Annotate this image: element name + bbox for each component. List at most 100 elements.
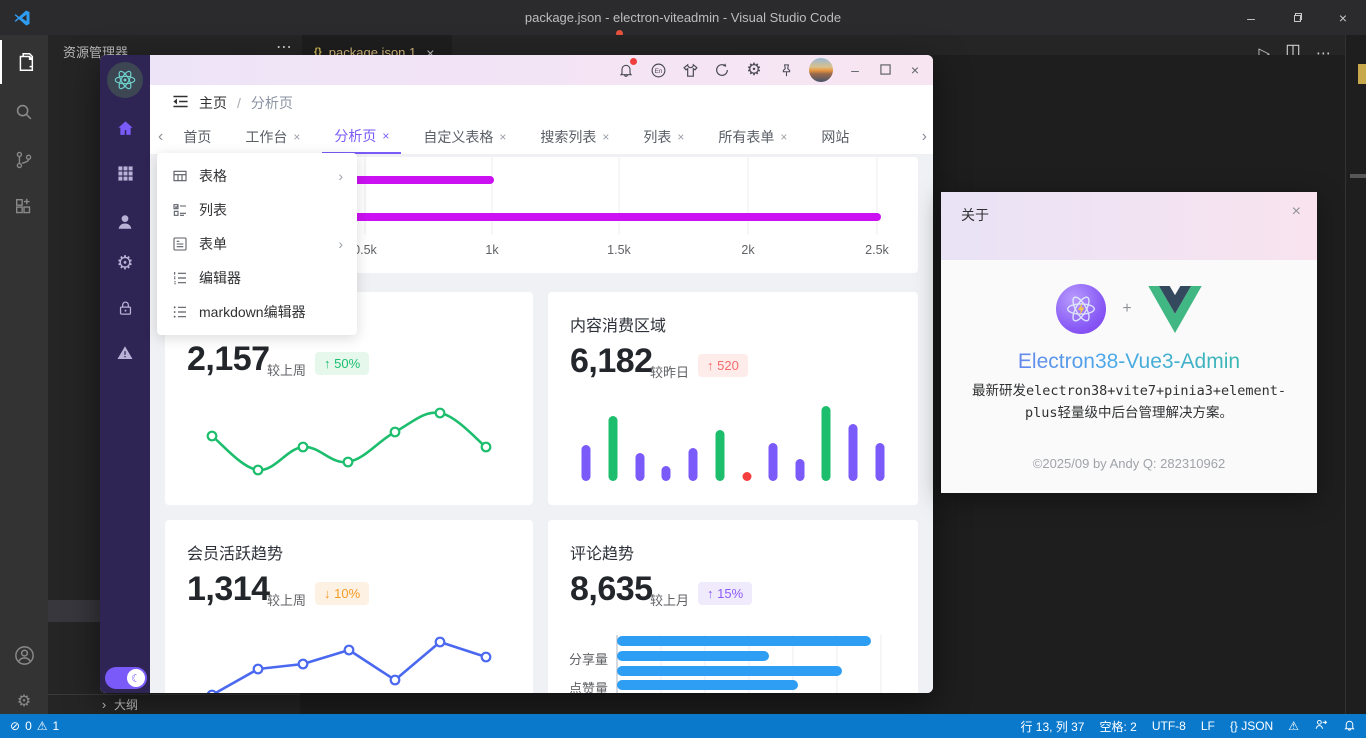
restore-button[interactable] [1274,0,1320,35]
menu-item-form[interactable]: 表单 › [157,227,357,261]
chevron-right-icon: › [96,697,112,712]
explorer-icon[interactable] [0,40,48,84]
about-app-name: Electron38-Vue3-Admin [941,350,1317,374]
close-icon[interactable]: × [1292,203,1301,221]
cursor-position[interactable]: 行 13, 列 37 [1020,718,1084,735]
about-description: 最新研发electron38+vite7+pinia3+element-plus… [959,380,1299,425]
menu-item-label: markdown编辑器 [199,302,306,322]
about-dialog: 关于 × + Electron38-Vue3-Admin 最新研发electro… [941,192,1317,493]
screen: package.json - electron-viteadmin - Visu… [0,0,1366,738]
menu-item-label: 表单 [199,234,227,254]
tab-home[interactable]: 首页 [171,120,223,154]
svg-text:2.5k: 2.5k [865,243,889,257]
minimap-marker [1358,64,1366,84]
tab-all-forms[interactable]: 所有表单× [706,120,799,154]
settings-gear-icon[interactable]: ⚙ [100,246,150,280]
breadcrumb: 主页 / 分析页 [150,85,933,120]
app-tabbar: ‹ 首页 工作台× 分析页× 自定义表格× 搜索列表× 列表× 所有表单× 网站… [150,120,933,155]
search-icon[interactable] [0,90,48,134]
explorer-actions-icon[interactable]: ⋯ [276,37,292,57]
feedback-icon[interactable] [1314,718,1328,734]
home-icon[interactable] [100,111,150,145]
close-button[interactable]: × [1320,0,1366,35]
electron-logo [1056,284,1106,334]
bullet-list-icon [171,304,189,320]
menu-item-label: 表格 [199,166,227,186]
consumption-card: 内容消费区域 6,182 较昨日 ↑ 520 [548,292,918,505]
table-icon [171,168,189,184]
tabs-scroll-left-icon[interactable]: ‹ [150,128,171,146]
horizontal-bar-chart [548,520,918,693]
tab-custom-table[interactable]: 自定义表格× [411,120,518,154]
refresh-icon[interactable] [713,61,731,79]
electron-logo[interactable] [107,62,143,98]
tab-close-icon[interactable]: × [677,130,684,144]
minimap-divider [1345,35,1346,714]
numbered-list-icon [171,270,189,286]
outline-section[interactable]: ›大纲 [48,694,300,714]
menu-item-label: 编辑器 [199,268,241,288]
tab-close-icon[interactable]: × [293,130,300,144]
svg-text:2k: 2k [741,243,755,257]
app-close-button[interactable]: × [907,62,923,78]
encoding[interactable]: UTF-8 [1152,719,1186,733]
user-icon[interactable] [100,205,150,239]
vscode-titlebar: package.json - electron-viteadmin - Visu… [0,0,1366,35]
breadcrumb-separator: / [237,95,241,111]
vue-logo [1148,286,1202,333]
menu-item-list[interactable]: 列表 [157,193,357,227]
bell-badge [630,58,637,65]
tab-workbench[interactable]: 工作台× [233,120,312,154]
warnings-icon[interactable]: ⚠ [37,719,48,733]
dashboard-grid-icon[interactable] [100,156,150,190]
account-icon[interactable] [0,633,48,677]
submenu-arrow-icon: › [338,168,343,184]
tab-search-list[interactable]: 搜索列表× [528,120,621,154]
svg-text:1k: 1k [485,243,499,257]
minimize-button[interactable]: – [1228,0,1274,35]
menu-item-label: 列表 [199,200,227,220]
tab-close-icon[interactable]: × [499,130,506,144]
lock-icon[interactable] [100,291,150,325]
avatar[interactable] [809,58,833,82]
form-icon [171,236,189,252]
moon-icon: ☾ [127,669,145,687]
app-minimize-button[interactable]: – [847,62,863,78]
bell-icon[interactable] [617,61,635,79]
tab-list[interactable]: 列表× [631,120,696,154]
app-maximize-button[interactable] [877,62,893,78]
about-header: 关于 × [941,192,1317,260]
notifications-bell-icon[interactable] [1343,718,1356,735]
tab-website[interactable]: 网站 [809,120,861,154]
tab-close-icon[interactable]: × [382,129,389,143]
alert-icon[interactable]: ⚠ [1288,719,1299,733]
theme-toggle[interactable]: ☾ [105,667,147,689]
menu-item-markdown-editor[interactable]: markdown编辑器 [157,295,357,329]
language-icon[interactable]: En [649,61,667,79]
language-mode[interactable]: {} JSON [1230,719,1273,733]
outline-label: 大纲 [114,696,138,713]
eol-type[interactable]: LF [1201,719,1215,733]
indentation[interactable]: 空格: 2 [1100,718,1137,735]
vertical-bar-chart [548,292,918,505]
window-title: package.json - electron-viteadmin - Visu… [0,10,1366,25]
breadcrumb-section[interactable]: 主页 [199,93,227,113]
minimap-slider[interactable] [1350,174,1366,178]
theme-shirt-icon[interactable] [681,61,699,79]
menu-item-table[interactable]: 表格 › [157,159,357,193]
tab-close-icon[interactable]: × [602,130,609,144]
warning-icon[interactable] [100,336,150,370]
errors-icon[interactable]: ⊘ [10,719,20,733]
errors-count[interactable]: 0 [25,719,32,733]
tab-analysis[interactable]: 分析页× [322,120,401,154]
pin-icon[interactable] [777,61,795,79]
checklist-icon [171,202,189,218]
source-control-icon[interactable] [0,138,48,182]
tabs-scroll-right-icon[interactable]: › [922,128,927,146]
settings-gear-icon[interactable]: ⚙ [745,61,763,79]
collapse-menu-icon[interactable] [172,94,189,112]
menu-item-editor[interactable]: 编辑器 [157,261,357,295]
warnings-count[interactable]: 1 [53,719,60,733]
extensions-icon[interactable] [0,185,48,229]
tab-close-icon[interactable]: × [780,130,787,144]
